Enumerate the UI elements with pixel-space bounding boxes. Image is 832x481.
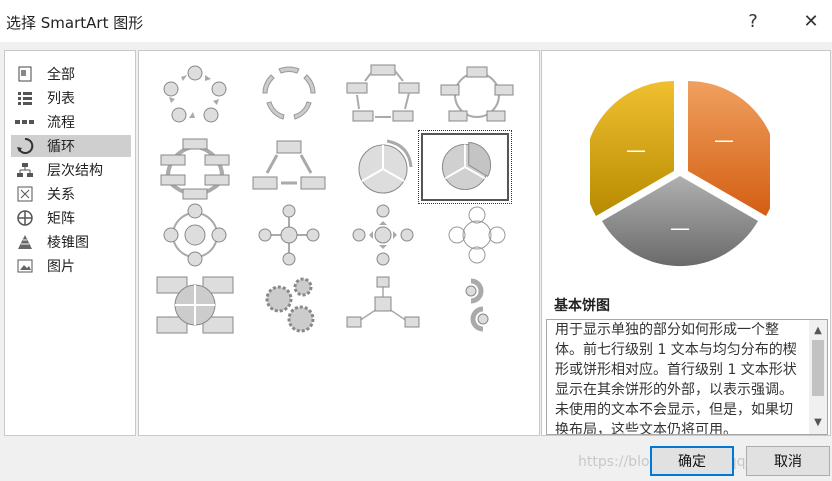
scroll-up-icon[interactable]: ▲	[809, 322, 827, 338]
category-label: 层次结构	[47, 163, 103, 179]
hierarchy-icon	[15, 161, 35, 179]
category-label: 矩阵	[47, 211, 75, 227]
relationship-icon	[15, 185, 35, 203]
category-list: 全部 列表 流程 循环 层次结构 关系 矩阵 棱锥图 图片	[4, 50, 136, 436]
category-label: 流程	[47, 115, 75, 131]
description-box[interactable]: 用于显示单独的部分如何形成一个整体。前七行级别 1 文本与均匀分布的楔形或饼形相…	[546, 319, 828, 435]
dialog-title: 选择 SmartArt 图形	[6, 14, 144, 32]
layout-circle-arrow-process[interactable]	[437, 273, 517, 337]
category-matrix[interactable]: 矩阵	[11, 207, 131, 229]
category-hierarchy[interactable]: 层次结构	[11, 159, 131, 181]
layout-radial-cycle[interactable]	[155, 203, 235, 267]
layout-basic-radial[interactable]	[249, 203, 329, 267]
category-label: 棱锥图	[47, 235, 89, 251]
scroll-down-icon[interactable]: ▼	[809, 414, 827, 430]
cancel-button[interactable]: 取消	[746, 446, 830, 476]
layout-continuous-cycle[interactable]	[155, 137, 235, 201]
category-process[interactable]: 流程	[11, 111, 131, 133]
category-list-item[interactable]: 列表	[11, 87, 131, 109]
category-pyramid[interactable]: 棱锥图	[11, 231, 131, 253]
layout-segmented-cycle[interactable]	[343, 137, 423, 201]
matrix-icon	[15, 209, 35, 227]
list-icon	[15, 89, 35, 107]
layout-basic-pie[interactable]	[418, 130, 512, 204]
category-label: 图片	[47, 259, 75, 275]
picture-icon	[15, 257, 35, 275]
layout-block-cycle[interactable]	[343, 63, 423, 127]
pie-label-orange: —	[714, 128, 734, 152]
process-icon	[15, 113, 35, 131]
close-button[interactable]: ✕	[796, 6, 826, 36]
layout-radial-venn[interactable]	[437, 203, 517, 267]
category-label: 全部	[47, 67, 75, 83]
title-bar: 选择 SmartArt 图形 ? ✕	[0, 0, 832, 42]
layout-diverging-radial[interactable]	[343, 203, 423, 267]
category-picture[interactable]: 图片	[11, 255, 131, 277]
layout-name: 基本饼图	[554, 298, 610, 314]
layout-gear[interactable]	[249, 273, 329, 337]
category-label: 关系	[47, 187, 75, 203]
ok-button[interactable]: 确定	[650, 446, 734, 476]
pie-label-gold: —	[626, 138, 646, 162]
layout-description: 用于显示单独的部分如何形成一个整体。前七行级别 1 文本与均匀分布的楔形或饼形相…	[555, 322, 797, 435]
all-icon	[15, 65, 35, 83]
layout-text-cycle[interactable]	[249, 63, 329, 127]
category-label: 列表	[47, 91, 75, 107]
layout-cycle-matrix[interactable]	[155, 273, 235, 337]
pie-label-gray: —	[670, 216, 690, 240]
category-relationship[interactable]: 关系	[11, 183, 131, 205]
layout-radial-cluster[interactable]	[343, 273, 423, 337]
category-label: 循环	[47, 139, 75, 155]
preview-basic-pie: — — —	[590, 81, 770, 267]
cycle-icon	[15, 137, 35, 155]
help-button[interactable]: ?	[738, 6, 768, 36]
category-all[interactable]: 全部	[11, 63, 131, 85]
preview-pane: — — — 基本饼图 用于显示单独的部分如何形成一个整体。前七行级别 1 文本与…	[541, 50, 831, 436]
layout-nondirectional-cycle[interactable]	[437, 63, 517, 127]
description-scrollbar[interactable]: ▲ ▼	[809, 320, 827, 434]
pyramid-icon	[15, 233, 35, 251]
layout-gallery	[138, 50, 540, 436]
layout-multidirectional-cycle[interactable]	[249, 137, 329, 201]
scrollbar-thumb[interactable]	[812, 340, 824, 396]
layout-basic-cycle[interactable]	[155, 63, 235, 127]
category-cycle[interactable]: 循环	[11, 135, 131, 157]
